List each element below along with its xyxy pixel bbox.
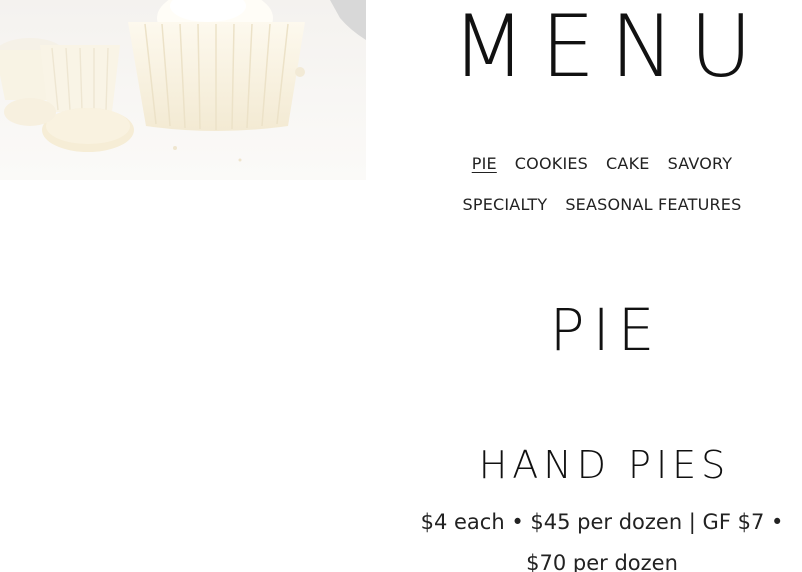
menu-item-price: $4 each • $45 per dozen | GF $7 • $70 pe… xyxy=(420,510,784,572)
menu-heading: MENU xyxy=(451,0,768,97)
nav-link-pie[interactable]: PIE xyxy=(472,154,497,174)
menu-item-name: HAND PIES xyxy=(478,443,731,487)
nav-link-savory[interactable]: SAVORY xyxy=(668,154,733,174)
cupcake-photo xyxy=(0,0,366,180)
nav-link-cookies[interactable]: COOKIES xyxy=(515,154,588,174)
section-title: PIE xyxy=(549,296,663,364)
nav-link-seasonal-features[interactable]: SEASONAL FEATURES xyxy=(565,195,741,215)
category-nav-primary: PIE COOKIES CAKE SAVORY xyxy=(402,154,802,174)
nav-link-specialty[interactable]: SPECIALTY xyxy=(463,195,548,215)
menu-column: MENU PIE COOKIES CAKE SAVORY SPECIALTY SEASO… xyxy=(402,0,802,572)
category-nav-secondary: SPECIALTY SEASONAL FEATURES xyxy=(402,195,802,215)
nav-link-cake[interactable]: CAKE xyxy=(606,154,650,174)
cupcake-image xyxy=(0,0,366,180)
page: MENU PIE COOKIES CAKE SAVORY SPECIALTY SEASO… xyxy=(0,0,802,572)
